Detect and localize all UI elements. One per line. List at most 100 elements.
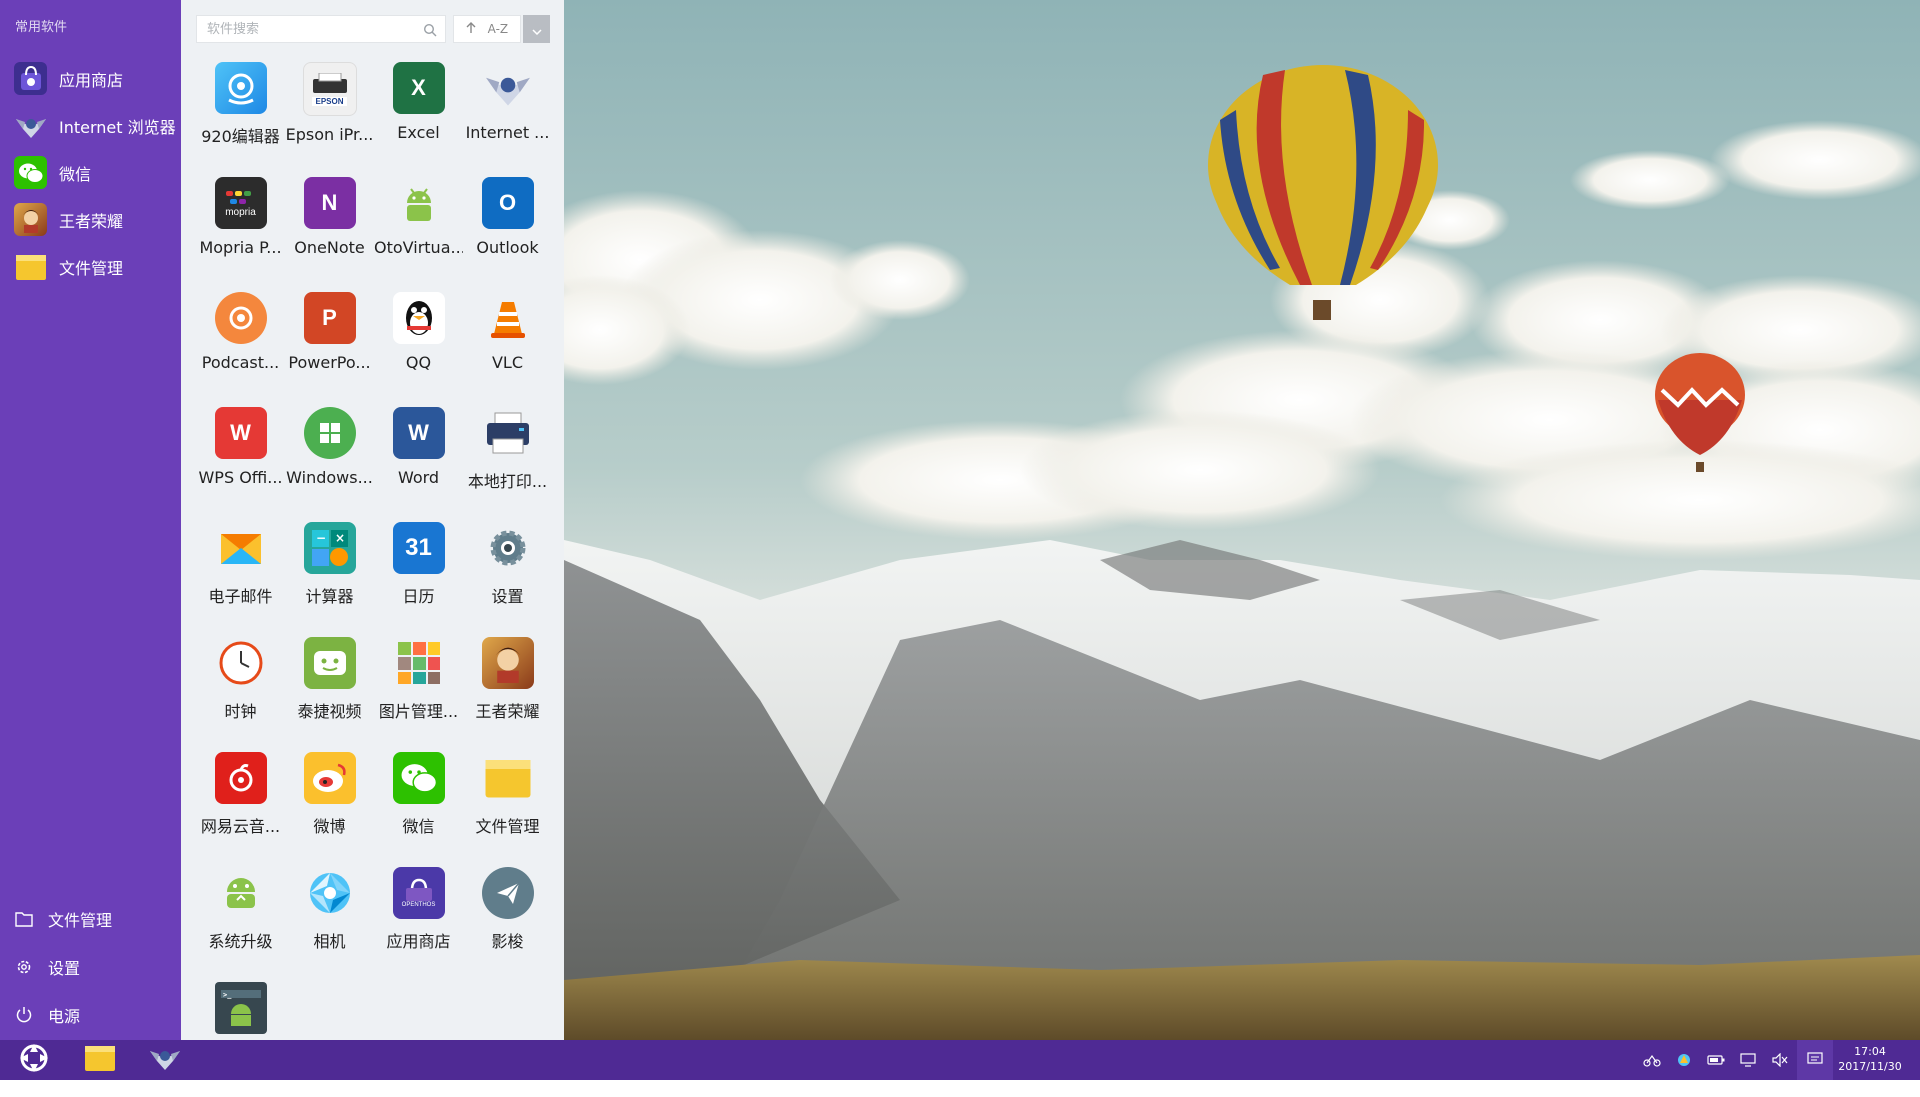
app-settings[interactable]: 设置 xyxy=(463,522,552,637)
app-shadowsocks[interactable]: 影梭 xyxy=(463,867,552,982)
app-label: 图片管理... xyxy=(378,702,459,721)
android-terminal-icon: >_ xyxy=(214,982,267,1034)
folder-icon xyxy=(482,752,534,804)
clock-time: 17:04 xyxy=(1854,1045,1886,1058)
app-label: VLC xyxy=(491,353,524,372)
taskbar-clock[interactable]: 17:04 2017/11/30 xyxy=(1833,1044,1907,1074)
app-local-print[interactable]: 本地打印... xyxy=(463,407,552,522)
envelope-icon xyxy=(215,522,267,574)
app-search-input[interactable] xyxy=(205,20,419,38)
app-powerpoint[interactable]: P PowerPo... xyxy=(285,292,374,407)
app-label: 王者荣耀 xyxy=(475,702,540,721)
gear-icon xyxy=(482,522,534,574)
app-mopria-print[interactable]: mopria Mopria P... xyxy=(196,177,285,292)
app-outlook[interactable]: O Outlook xyxy=(463,177,552,292)
app-epson-iprint[interactable]: EPSON Epson iPr... xyxy=(285,62,374,177)
app-label: Excel xyxy=(397,123,440,142)
app-excel[interactable]: X Excel xyxy=(374,62,463,177)
app-windows[interactable]: Windows... xyxy=(285,407,374,522)
favorite-wechat[interactable]: 微信 xyxy=(0,149,181,196)
app-clock[interactable]: 时钟 xyxy=(196,637,285,752)
wps-letter: W xyxy=(230,420,251,445)
app-label: 微博 xyxy=(313,817,346,836)
tray-battery-icon[interactable] xyxy=(1700,1040,1732,1080)
favorite-honor-of-kings[interactable]: 王者荣耀 xyxy=(0,196,181,243)
sidebar-power-button[interactable]: 电源 xyxy=(0,991,181,1039)
app-wechat[interactable]: 微信 xyxy=(374,752,463,867)
sidebar-file-manager-button[interactable]: 文件管理 xyxy=(0,895,181,943)
app-label: QQ xyxy=(405,353,432,372)
printer-epson-icon: EPSON xyxy=(302,62,357,116)
app-camera[interactable]: 相机 xyxy=(285,867,374,982)
app-vlc[interactable]: VLC xyxy=(463,292,552,407)
folder-outline-icon xyxy=(14,909,34,929)
clock-icon xyxy=(215,637,267,689)
mopria-icon: mopria xyxy=(214,177,267,229)
app-podcast[interactable]: Podcast... xyxy=(196,292,285,407)
app-word[interactable]: W Word xyxy=(374,407,463,522)
app-label: 相机 xyxy=(313,932,346,951)
app-label: 网易云音... xyxy=(200,817,281,836)
android-icon xyxy=(393,177,445,229)
app-search-box[interactable] xyxy=(196,15,446,43)
favorite-file-manager[interactable]: 文件管理 xyxy=(0,243,181,290)
sort-button[interactable]: A-Z xyxy=(453,15,521,43)
app-photo-manager[interactable]: 图片管理... xyxy=(374,637,463,752)
favorite-label: 王者荣耀 xyxy=(59,211,124,231)
app-file-manager[interactable]: 文件管理 xyxy=(463,752,552,867)
app-internet-browser[interactable]: Internet ... xyxy=(463,62,552,177)
gear-icon xyxy=(14,957,34,977)
taskbar-file-manager[interactable] xyxy=(80,1044,120,1076)
onenote-icon: N xyxy=(303,177,356,229)
app-taijie-video[interactable]: 泰捷视频 xyxy=(285,637,374,752)
tray-network-icon[interactable] xyxy=(1636,1040,1668,1080)
taskbar: 17:04 2017/11/30 xyxy=(0,1040,1920,1080)
view-dropdown-button[interactable] xyxy=(523,15,550,43)
favorite-internet-browser[interactable]: Internet 浏览器 xyxy=(0,102,181,149)
app-qq[interactable]: QQ xyxy=(374,292,463,407)
word-icon: W xyxy=(392,407,445,459)
app-system-upgrade[interactable]: 系统升级 xyxy=(196,867,285,982)
app-label: Epson iPr... xyxy=(285,125,374,144)
app-calendar[interactable]: 31 日历 xyxy=(374,522,463,637)
tray-app-icon[interactable] xyxy=(1668,1040,1700,1080)
app-920-editor[interactable]: 920编辑器 xyxy=(196,62,285,177)
app-label: OtoVirtua... xyxy=(374,238,463,257)
favorite-label: Internet 浏览器 xyxy=(59,117,176,137)
outlook-icon: O xyxy=(481,177,534,229)
app-store-icon xyxy=(14,62,47,95)
photo-gallery-icon xyxy=(393,637,445,689)
onenote-letter: N xyxy=(321,190,338,215)
tray-display-icon[interactable] xyxy=(1732,1040,1764,1080)
calendar-icon: 31 xyxy=(392,522,445,574)
app-otovirtual[interactable]: OtoVirtua... xyxy=(374,177,463,292)
app-wps-office[interactable]: W WPS Offi... xyxy=(196,407,285,522)
weibo-icon xyxy=(303,752,356,804)
clock-date: 2017/11/30 xyxy=(1838,1060,1902,1073)
app-honor-of-kings[interactable]: 王者荣耀 xyxy=(463,637,552,752)
sidebar-bottom-list: 文件管理 设置 电源 xyxy=(0,895,181,1039)
favorite-label: 微信 xyxy=(59,164,92,184)
app-email[interactable]: 电子邮件 xyxy=(196,522,285,637)
app-store-icon: OPENTHOS xyxy=(392,867,445,919)
app-onenote[interactable]: N OneNote xyxy=(285,177,374,292)
wechat-icon xyxy=(392,752,445,804)
start-button[interactable] xyxy=(14,1044,54,1076)
start-logo-icon xyxy=(18,1042,50,1078)
favorite-app-store[interactable]: 应用商店 xyxy=(0,55,181,102)
search-icon[interactable] xyxy=(423,22,437,37)
taskbar-internet-browser[interactable] xyxy=(145,1044,185,1076)
browser-icon xyxy=(14,109,47,142)
app-weibo[interactable]: 微博 xyxy=(285,752,374,867)
camera-aperture-icon xyxy=(304,867,356,919)
wechat-icon xyxy=(14,156,47,189)
calculator-icon: − × xyxy=(303,522,356,574)
app-app-store[interactable]: OPENTHOS 应用商店 xyxy=(374,867,463,982)
sidebar-settings-button[interactable]: 设置 xyxy=(0,943,181,991)
tray-volume-mute-icon[interactable] xyxy=(1764,1040,1796,1080)
notification-center-button[interactable] xyxy=(1797,1040,1833,1080)
favorites-section-title: 常用软件 xyxy=(15,20,68,35)
app-label: OneNote xyxy=(294,238,365,257)
app-netease-music[interactable]: 网易云音... xyxy=(196,752,285,867)
app-calculator[interactable]: − × 计算器 xyxy=(285,522,374,637)
